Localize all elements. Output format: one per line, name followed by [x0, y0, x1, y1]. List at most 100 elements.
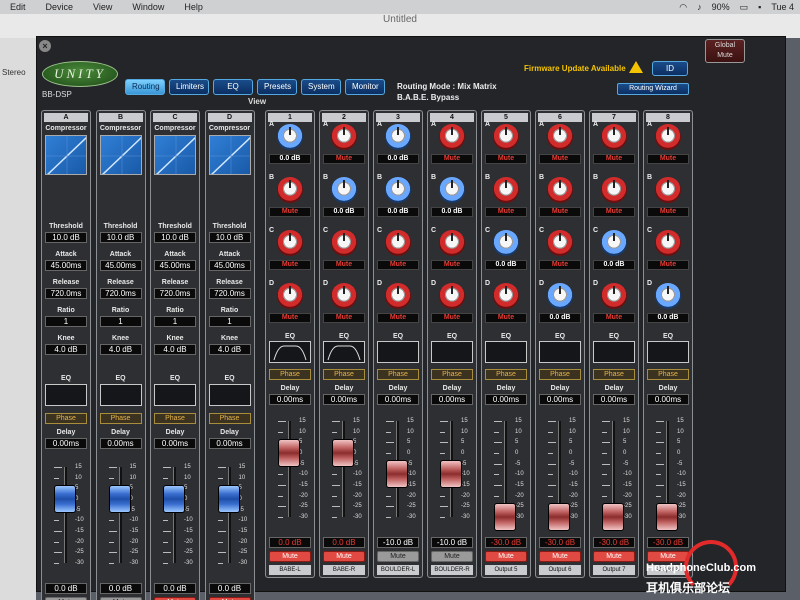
output-8-knob-a[interactable]	[655, 124, 681, 150]
input-a-threshold-value[interactable]: 10.0 dB	[45, 232, 87, 243]
output-7-phase-button[interactable]: Phase	[593, 369, 635, 380]
os-menu-view[interactable]: View	[83, 2, 122, 12]
output-8-knob-d-value[interactable]: 0.0 dB	[647, 313, 689, 323]
output-7-knob-d[interactable]	[601, 283, 627, 309]
output-6-eq-display[interactable]	[539, 341, 581, 363]
input-b-ratio-value[interactable]: 1	[99, 316, 142, 327]
output-3-phase-button[interactable]: Phase	[377, 369, 419, 380]
output-1-knob-c[interactable]	[277, 230, 303, 256]
input-b-threshold-value[interactable]: 10.0 dB	[99, 232, 142, 243]
output-7-knob-a-value[interactable]: Mute	[593, 154, 635, 164]
tab-limiters[interactable]: Limiters	[169, 79, 209, 95]
input-b-gain-value[interactable]: 0.0 dB	[99, 583, 142, 594]
close-icon[interactable]: ×	[39, 40, 51, 52]
output-7-knob-c-value[interactable]: 0.0 dB	[593, 260, 635, 270]
output-3-knob-b[interactable]	[385, 177, 411, 203]
output-1-knob-b[interactable]	[277, 177, 303, 203]
os-menu-help[interactable]: Help	[174, 2, 213, 12]
output-4-mute-button[interactable]: Mute	[431, 551, 473, 562]
output-8-fader-cap[interactable]	[656, 503, 678, 531]
tab-presets[interactable]: Presets	[257, 79, 297, 95]
output-6-knob-b-value[interactable]: Mute	[539, 207, 581, 217]
output-7-mute-button[interactable]: Mute	[593, 551, 635, 562]
input-d-eq-display[interactable]	[208, 384, 251, 406]
input-b-delay-value[interactable]: 0.00ms	[99, 438, 142, 449]
input-a-knee-value[interactable]: 4.0 dB	[45, 344, 87, 355]
battery-icon[interactable]: ▭	[740, 2, 749, 13]
input-b-compressor-graph[interactable]	[99, 135, 142, 175]
output-2-fader-track[interactable]	[342, 421, 345, 517]
output-4-knob-a-value[interactable]: Mute	[431, 154, 473, 164]
flag-icon[interactable]: ▪	[758, 2, 761, 12]
output-5-knob-d[interactable]	[493, 283, 519, 309]
input-a-fader-cap[interactable]	[54, 485, 76, 513]
input-c-knee-value[interactable]: 4.0 dB	[154, 344, 196, 355]
output-6-fader-cap[interactable]	[548, 503, 570, 531]
input-d-threshold-value[interactable]: 10.0 dB	[208, 232, 251, 243]
firmware-update-notice[interactable]: Firmware Update Available	[524, 64, 626, 73]
output-3-knob-d[interactable]	[385, 283, 411, 309]
output-6-delay-value[interactable]: 0.00ms	[539, 394, 581, 405]
input-d-attack-value[interactable]: 45.00ms	[208, 260, 251, 271]
output-2-delay-value[interactable]: 0.00ms	[323, 394, 365, 405]
output-7-eq-display[interactable]	[593, 341, 635, 363]
input-a-compressor-graph[interactable]	[45, 135, 87, 175]
output-6-knob-c-value[interactable]: Mute	[539, 260, 581, 270]
output-1-fader-track[interactable]	[288, 421, 291, 517]
input-b-attack-value[interactable]: 45.00ms	[99, 260, 142, 271]
wifi-icon[interactable]: ◠	[679, 2, 687, 13]
output-6-knob-a[interactable]	[547, 124, 573, 150]
output-2-knob-d[interactable]	[331, 283, 357, 309]
output-4-name[interactable]: BOULDER-R	[431, 565, 473, 575]
output-5-knob-c[interactable]	[493, 230, 519, 256]
output-2-eq-display[interactable]	[323, 341, 365, 363]
output-2-gain-value[interactable]: 0.0 dB	[323, 537, 365, 548]
output-7-knob-b-value[interactable]: Mute	[593, 207, 635, 217]
output-8-knob-b[interactable]	[655, 177, 681, 203]
output-5-eq-display[interactable]	[485, 341, 527, 363]
output-1-knob-c-value[interactable]: Mute	[269, 260, 311, 270]
output-6-name[interactable]: Output 6	[539, 565, 581, 575]
output-4-knob-b-value[interactable]: 0.0 dB	[431, 207, 473, 217]
output-7-knob-d-value[interactable]: Mute	[593, 313, 635, 323]
os-menu-device[interactable]: Device	[36, 2, 84, 12]
input-c-fader-cap[interactable]	[163, 485, 185, 513]
output-8-knob-c[interactable]	[655, 230, 681, 256]
output-4-fader-cap[interactable]	[440, 460, 462, 489]
output-2-fader-cap[interactable]	[332, 439, 354, 467]
input-d-ratio-value[interactable]: 1	[208, 316, 251, 327]
output-6-knob-d-value[interactable]: 0.0 dB	[539, 313, 581, 323]
global-mute-button[interactable]: Global Mute	[705, 39, 745, 63]
input-c-release-value[interactable]: 720.0ms	[154, 288, 196, 299]
output-4-knob-a[interactable]	[439, 124, 465, 150]
output-8-knob-c-value[interactable]: Mute	[647, 260, 689, 270]
output-5-name[interactable]: Output 5	[485, 565, 527, 575]
output-6-mute-button[interactable]: Mute	[539, 551, 581, 562]
output-7-fader-cap[interactable]	[602, 503, 624, 531]
input-c-attack-value[interactable]: 45.00ms	[154, 260, 196, 271]
output-3-mute-button[interactable]: Mute	[377, 551, 419, 562]
os-menu-window[interactable]: Window	[122, 2, 174, 12]
output-7-knob-a[interactable]	[601, 124, 627, 150]
output-3-knob-c-value[interactable]: Mute	[377, 260, 419, 270]
output-4-knob-c[interactable]	[439, 230, 465, 256]
input-d-fader-track[interactable]	[227, 467, 231, 563]
output-4-knob-b[interactable]	[439, 177, 465, 203]
input-d-delay-value[interactable]: 0.00ms	[208, 438, 251, 449]
output-8-eq-display[interactable]	[647, 341, 689, 363]
output-3-name[interactable]: BOULDER-L	[377, 565, 419, 575]
volume-icon[interactable]: ♪	[697, 2, 702, 12]
input-b-phase-button[interactable]: Phase	[99, 413, 142, 424]
output-2-knob-a[interactable]	[331, 124, 357, 150]
input-a-phase-button[interactable]: Phase	[45, 413, 87, 424]
input-c-fader-track[interactable]	[173, 467, 176, 563]
input-d-release-value[interactable]: 720.0ms	[208, 288, 251, 299]
output-8-delay-value[interactable]: 0.00ms	[647, 394, 689, 405]
output-5-knob-a-value[interactable]: Mute	[485, 154, 527, 164]
output-3-knob-d-value[interactable]: Mute	[377, 313, 419, 323]
input-a-ratio-value[interactable]: 1	[45, 316, 87, 327]
output-6-knob-b[interactable]	[547, 177, 573, 203]
output-7-knob-b[interactable]	[601, 177, 627, 203]
input-a-delay-value[interactable]: 0.00ms	[45, 438, 87, 449]
output-2-knob-c[interactable]	[331, 230, 357, 256]
